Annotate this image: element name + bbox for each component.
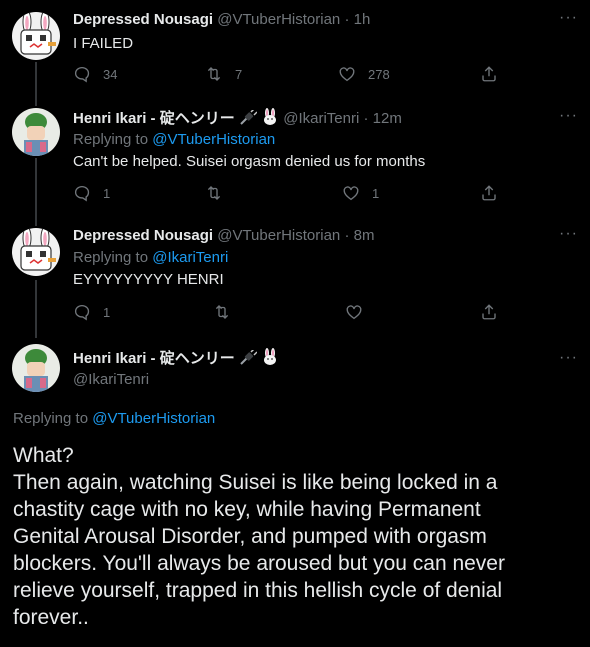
rabbit-avatar-icon (12, 12, 60, 60)
rabbit-emoji-icon (261, 108, 279, 132)
more-icon[interactable]: ··· (559, 224, 578, 244)
display-name[interactable]: Depressed Nousagi (73, 227, 213, 244)
timestamp[interactable]: 12m (373, 110, 402, 127)
replying-to: Replying to @VTuberHistorian (13, 410, 215, 427)
user-handle[interactable]: @VTuberHistorian (217, 11, 340, 28)
retweet-button[interactable] (205, 184, 235, 202)
user-handle[interactable]: @VTuberHistorian (217, 227, 340, 244)
text-line: blockers. You'll always be aroused but y… (13, 552, 505, 575)
replying-to-link[interactable]: @VTuberHistorian (92, 410, 215, 427)
tweet-actions: 1 (73, 303, 503, 323)
share-icon (480, 65, 498, 83)
timestamp[interactable]: 1h (354, 11, 371, 28)
tweet-actions: 1 1 (73, 184, 503, 204)
more-icon[interactable]: ··· (559, 348, 578, 368)
reply-count: 34 (103, 66, 118, 82)
separator-dot: · (363, 110, 369, 127)
user-handle[interactable]: @IkariTenri (73, 371, 149, 388)
retweet-button[interactable]: 7 (205, 65, 242, 83)
reply-button[interactable]: 1 (73, 303, 110, 321)
like-button[interactable]: 278 (338, 65, 390, 83)
user-handle-line: @IkariTenri (73, 370, 149, 390)
like-count: 1 (372, 185, 380, 201)
timestamp[interactable]: 8m (354, 227, 375, 244)
heart-icon (338, 65, 356, 83)
more-icon[interactable]: ··· (559, 8, 578, 28)
display-name[interactable]: Henri Ikari - 碇ヘンリー (73, 350, 235, 367)
display-name[interactable]: Depressed Nousagi (73, 11, 213, 28)
display-name[interactable]: Henri Ikari - 碇ヘンリー (73, 110, 235, 127)
more-icon[interactable]: ··· (559, 106, 578, 126)
reply-button[interactable]: 34 (73, 65, 117, 83)
share-button[interactable] (480, 184, 498, 202)
tweet-text: I FAILED (73, 35, 134, 52)
replying-label: Replying to (73, 131, 149, 148)
like-count: 278 (368, 66, 390, 82)
text-line: forever.. (13, 606, 89, 629)
like-button[interactable] (345, 303, 375, 321)
reply-icon (73, 303, 91, 321)
retweet-icon (205, 65, 223, 83)
replying-label: Replying to (73, 249, 149, 266)
text-line: What? (13, 444, 74, 467)
tweet-text: EYYYYYYYYY HENRI (73, 271, 224, 288)
retweet-count: 7 (235, 66, 243, 82)
heart-icon (342, 184, 360, 202)
replying-to: Replying to @VTuberHistorian (73, 130, 275, 150)
share-icon (480, 303, 498, 321)
main-tweet[interactable]: Henri Ikari - 碇ヘンリー @IkariTenri ··· Repl… (0, 336, 590, 647)
avatar[interactable] (12, 12, 60, 60)
plug-emoji-icon (239, 348, 258, 372)
user-handle[interactable]: @IkariTenri (283, 110, 359, 127)
tweet-text: Can't be helped. Suisei orgasm denied us… (73, 153, 426, 170)
like-button[interactable]: 1 (342, 184, 379, 202)
retweet-button[interactable] (213, 303, 243, 321)
text-line: Genital Arousal Disorder, and pumped wit… (13, 525, 487, 548)
avatar[interactable] (12, 344, 60, 392)
avatar[interactable] (12, 108, 60, 156)
tweet-header: Depressed Nousagi @VTuberHistorian · 1h (73, 10, 370, 30)
plug-emoji-icon (239, 108, 258, 132)
tweet-header: Depressed Nousagi @VTuberHistorian · 8m (73, 226, 374, 246)
tweet[interactable]: Depressed Nousagi @VTuberHistorian · 8m … (0, 218, 590, 336)
reply-icon (73, 65, 91, 83)
text-line: Then again, watching Suisei is like bein… (13, 471, 498, 494)
text-line: relieve yourself, trapped in this hellis… (13, 579, 503, 602)
rabbit-avatar-icon (12, 228, 60, 276)
replying-to: Replying to @IkariTenri (73, 248, 228, 268)
tweet[interactable]: Depressed Nousagi @VTuberHistorian · 1h … (0, 0, 590, 100)
character-avatar-icon (12, 108, 60, 156)
separator-dot: · (344, 11, 350, 28)
reply-button[interactable]: 1 (73, 184, 110, 202)
reply-icon (73, 184, 91, 202)
tweet-actions: 34 7 278 (73, 65, 503, 85)
tweet[interactable]: Henri Ikari - 碇ヘンリー @IkariTenri · 12m ··… (0, 100, 590, 218)
rabbit-emoji-icon (261, 348, 279, 372)
replying-label: Replying to (13, 410, 89, 427)
share-icon (480, 184, 498, 202)
retweet-icon (213, 303, 231, 321)
replying-to-link[interactable]: @IkariTenri (152, 249, 228, 266)
reply-count: 1 (103, 304, 111, 320)
share-button[interactable] (480, 303, 498, 321)
main-tweet-text: What? Then again, watching Suisei is lik… (13, 442, 578, 631)
avatar[interactable] (12, 228, 60, 276)
text-line: chastity cage with no key, while having … (13, 498, 481, 521)
heart-icon (345, 303, 363, 321)
share-button[interactable] (480, 65, 498, 83)
character-avatar-icon (12, 344, 60, 392)
replying-to-link[interactable]: @VTuberHistorian (152, 131, 275, 148)
retweet-icon (205, 184, 223, 202)
reply-count: 1 (103, 185, 111, 201)
separator-dot: · (344, 227, 350, 244)
tweet-header: Henri Ikari - 碇ヘンリー @IkariTenri · 12m (73, 108, 402, 132)
main-tweet-header: Henri Ikari - 碇ヘンリー (73, 348, 279, 372)
